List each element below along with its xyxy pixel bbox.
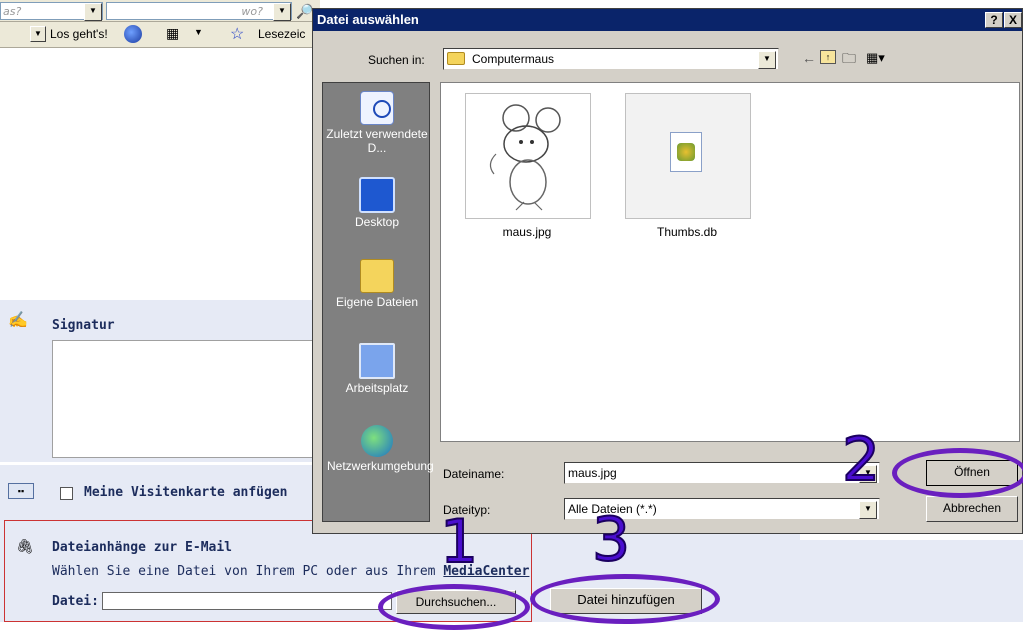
places-bar: Zuletzt verwendete D... Desktop Eigene D… <box>322 82 434 522</box>
globe-icon[interactable] <box>124 25 142 43</box>
network-icon <box>361 425 393 457</box>
view-menu-icon[interactable]: ▦▾ <box>866 50 885 66</box>
place-my-computer-label: Arbeitsplatz <box>345 381 409 395</box>
place-desktop[interactable]: Desktop <box>323 177 431 229</box>
annotation-number-3: 3 <box>591 505 631 575</box>
place-my-computer[interactable]: Arbeitsplatz <box>323 343 431 395</box>
look-in-value: Computermaus <box>472 52 555 66</box>
annotation-ellipse-1 <box>378 584 530 630</box>
search-what-combo[interactable]: as? ▼ <box>0 2 103 21</box>
annotation-ellipse-3 <box>530 574 720 624</box>
place-my-documents[interactable]: Eigene Dateien <box>323 259 431 309</box>
filename-input[interactable]: maus.jpg ▼ <box>564 462 880 484</box>
my-computer-icon <box>359 343 395 379</box>
go-button[interactable]: Los geht's! <box>50 27 108 41</box>
filename-label: Dateiname: <box>443 467 505 481</box>
chevron-down-icon[interactable]: ▼ <box>30 26 46 42</box>
file-name-thumbs: Thumbs.db <box>656 225 718 239</box>
desktop-icon <box>359 177 395 213</box>
folder-icon <box>447 52 465 65</box>
dialog-title: Datei auswählen <box>317 12 419 27</box>
new-folder-icon[interactable]: 🗀 <box>842 48 856 72</box>
dialog-titlebar: Datei auswählen <box>313 9 1022 31</box>
chevron-down-icon[interactable]: ▼ <box>84 3 102 21</box>
file-list: maus.jpg Thumbs.db <box>440 82 1020 442</box>
annotation-number-1: 1 <box>439 507 479 577</box>
place-network-label: Netzwerkumgebung <box>327 459 434 473</box>
signature-textarea[interactable] <box>52 340 320 458</box>
file-label: Datei: <box>52 594 99 609</box>
bookmarks-button[interactable]: Lesezeic <box>258 27 305 41</box>
paperclip-icon: 🖇 <box>16 538 34 554</box>
search-where-combo[interactable]: wo? ▼ <box>106 2 292 21</box>
place-recent-label: Zuletzt verwendete D... <box>326 127 428 155</box>
windows-flag-icon[interactable]: ▦ <box>166 25 179 42</box>
chevron-down-icon[interactable]: ▼ <box>194 27 203 37</box>
chevron-down-icon[interactable]: ▼ <box>859 501 877 519</box>
place-recent[interactable]: Zuletzt verwendete D... <box>323 91 431 155</box>
my-documents-icon <box>360 259 394 293</box>
file-item-maus[interactable] <box>465 93 591 219</box>
look-in-select[interactable]: Computermaus ▼ <box>443 48 779 70</box>
file-item-thumbs[interactable] <box>625 93 751 219</box>
signature-icon: ✍ <box>8 312 28 329</box>
vcard-label: Meine Visitenkarte anfügen <box>84 485 288 500</box>
right-panel <box>800 540 1023 622</box>
look-in-label: Suchen in: <box>368 53 425 67</box>
chevron-down-icon[interactable]: ▼ <box>273 3 291 21</box>
search-icon[interactable]: 🔎 <box>296 3 313 20</box>
annotation-ellipse-2 <box>892 448 1023 498</box>
recent-icon <box>360 91 394 125</box>
search-toolbar: as? ▼ wo? ▼ 🔎 <box>0 0 320 22</box>
up-folder-icon[interactable]: ↑ <box>820 50 836 64</box>
chevron-down-icon[interactable]: ▼ <box>758 51 776 69</box>
vcard-icon: ▪▪ <box>8 483 34 499</box>
links-toolbar: ▼ Los geht's! ▦ ▼ ☆ Lesezeic <box>0 22 320 48</box>
database-file-icon <box>670 132 702 172</box>
attachments-hint-text: Wählen Sie eine Datei von Ihrem PC oder … <box>52 564 444 579</box>
file-name-maus: maus.jpg <box>502 225 552 239</box>
help-button[interactable]: ? <box>985 12 1003 28</box>
close-button[interactable]: X <box>1004 12 1022 28</box>
star-icon[interactable]: ☆ <box>230 24 244 44</box>
back-icon[interactable]: ← <box>802 50 816 66</box>
annotation-number-2: 2 <box>841 425 881 495</box>
search-where-placeholder: wo? <box>241 5 263 18</box>
cancel-button[interactable]: Abbrechen <box>926 496 1018 522</box>
signature-section: ✍ Signatur <box>0 300 320 462</box>
signature-title: Signatur <box>52 318 115 333</box>
filename-value: maus.jpg <box>568 466 617 480</box>
mouse-sketch-icon <box>489 104 561 211</box>
place-my-documents-label: Eigene Dateien <box>335 295 419 309</box>
vcard-section: ▪▪ Meine Visitenkarte anfügen <box>0 465 320 520</box>
file-input[interactable] <box>102 592 392 610</box>
place-network[interactable]: Netzwerkumgebung <box>323 425 434 473</box>
search-what-placeholder: as? <box>3 5 22 18</box>
place-desktop-label: Desktop <box>354 215 400 229</box>
attachments-title: Dateianhänge zur E-Mail <box>52 540 233 555</box>
vcard-checkbox[interactable] <box>60 487 73 500</box>
